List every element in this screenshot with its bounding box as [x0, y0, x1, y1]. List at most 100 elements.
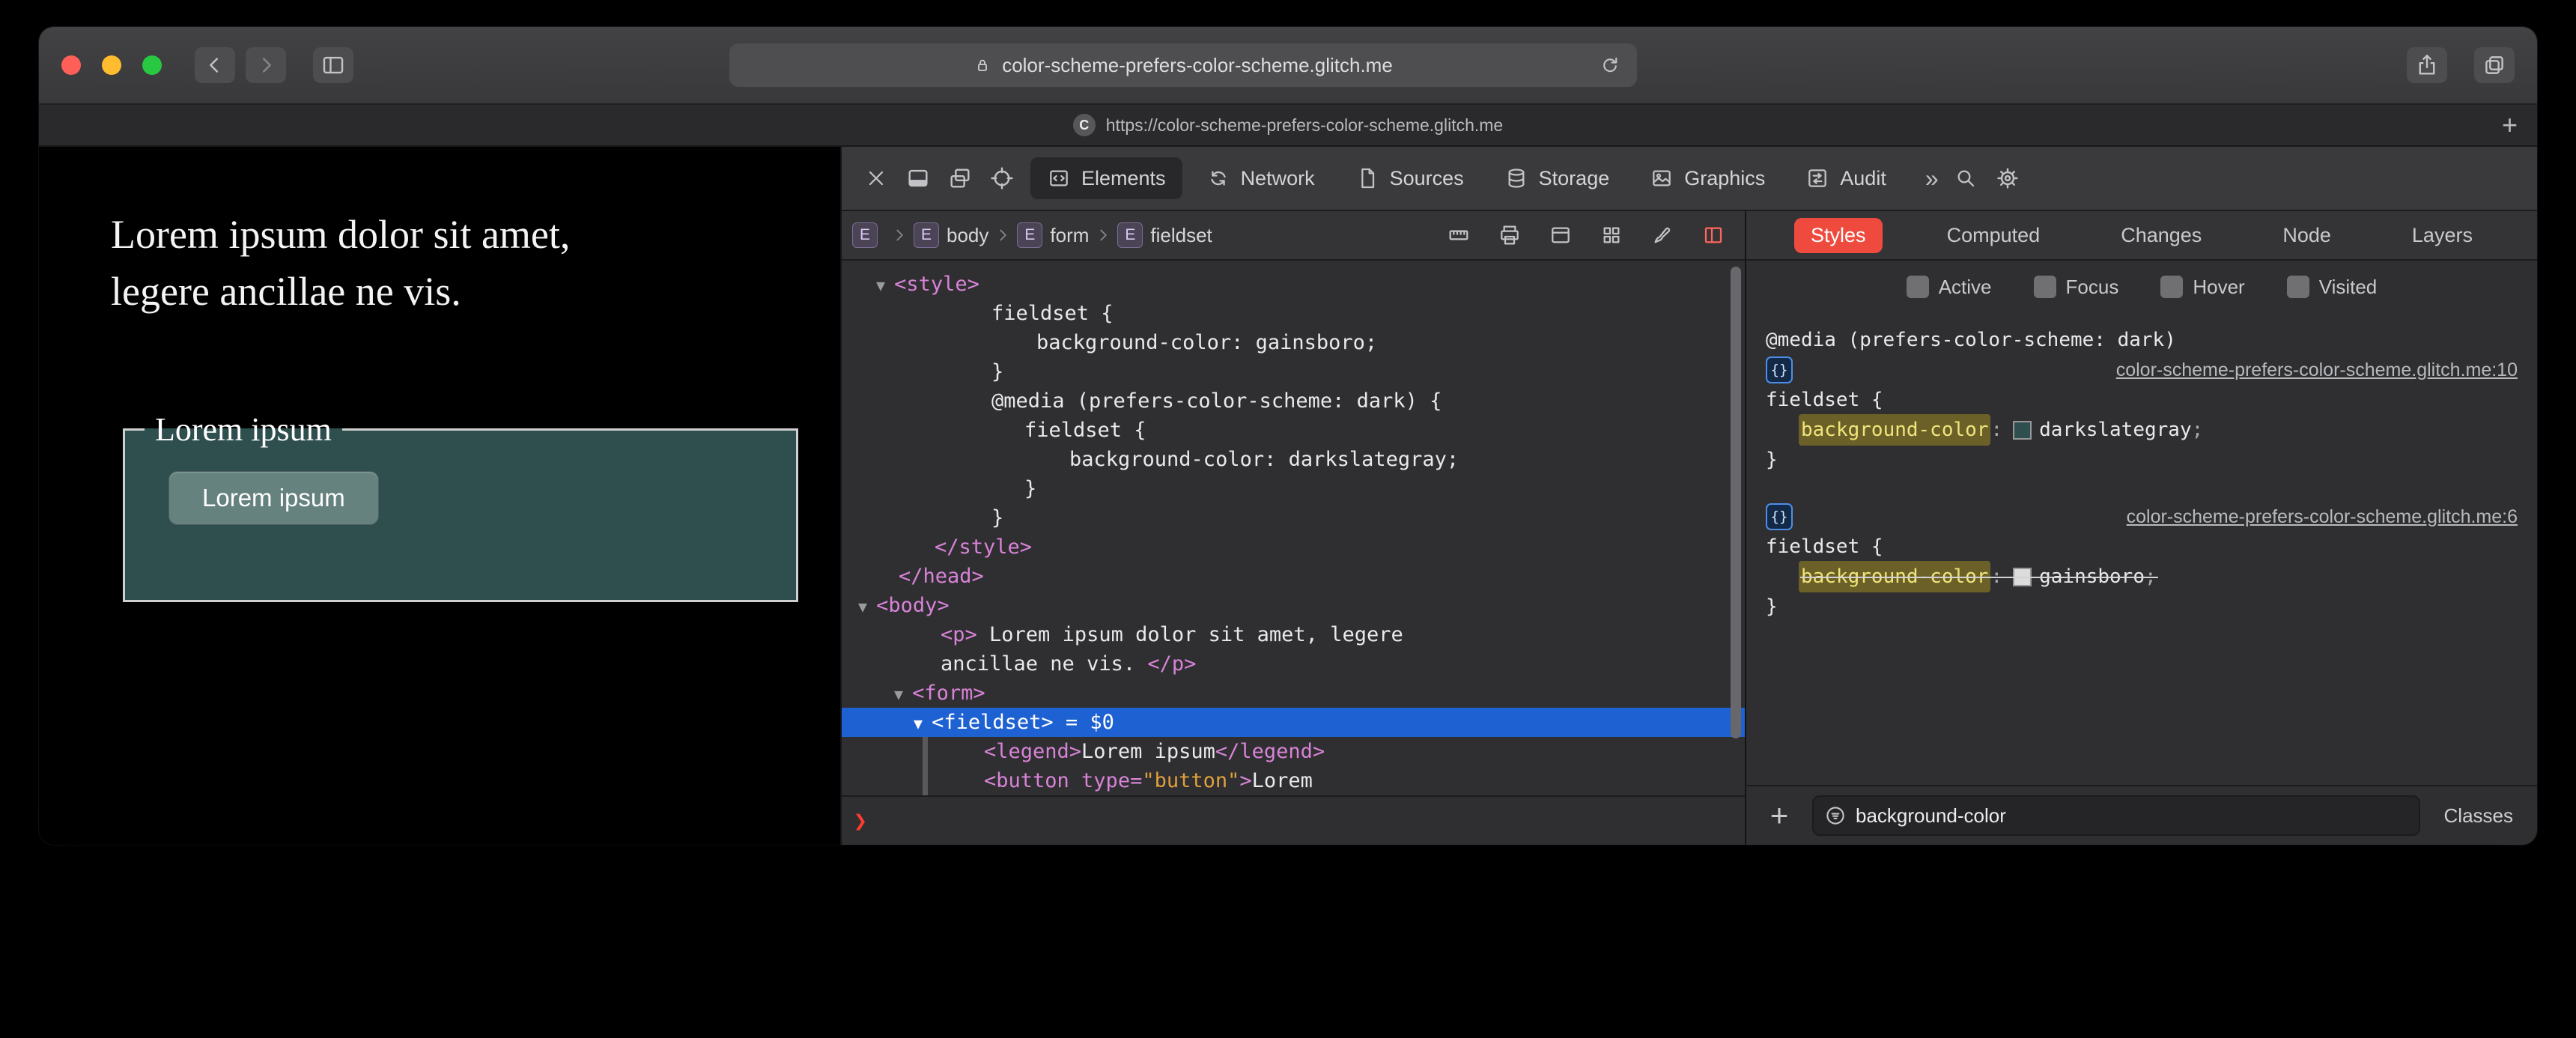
url-bar[interactable]: color-scheme-prefers-color-scheme.glitch…	[729, 43, 1637, 87]
crosshair-target-icon	[991, 167, 1013, 189]
dock-bottom-button[interactable]	[897, 157, 939, 199]
paint-flashing-button[interactable]	[1646, 219, 1679, 252]
tab-audit[interactable]: Audit	[1789, 157, 1903, 199]
tab-storage[interactable]: Storage	[1488, 157, 1626, 199]
quick-console[interactable]: ❯	[842, 795, 1745, 845]
dom-line[interactable]: </head>	[842, 562, 1745, 591]
css-property-value[interactable]: darkslategray	[2039, 415, 2192, 445]
dom-line-selected[interactable]: ▼ <fieldset> = $0	[842, 708, 1745, 737]
element-badge: E	[852, 222, 878, 248]
checkbox[interactable]	[2160, 276, 2184, 298]
ruler-overlay-button[interactable]	[1442, 219, 1475, 252]
dom-line[interactable]: ▼ <body>	[842, 591, 1745, 620]
page-fieldset: Lorem ipsum Lorem ipsum	[123, 410, 798, 602]
forward-button[interactable]	[246, 47, 286, 83]
close-window-button[interactable]	[61, 55, 81, 75]
color-swatch[interactable]	[2013, 567, 2032, 586]
sidebar-toggle-button[interactable]	[313, 47, 353, 83]
dom-line[interactable]: ancillae ne vis. </p>	[842, 649, 1745, 679]
tab-computed[interactable]: Computed	[1931, 218, 2057, 253]
dom-line[interactable]: background-color: gainsboro;	[842, 328, 1745, 357]
color-swatch[interactable]	[2013, 420, 2032, 440]
css-property-name[interactable]: background-color	[1799, 561, 1991, 592]
checkbox[interactable]	[2286, 276, 2309, 298]
css-property-value[interactable]: gainsboro	[2039, 562, 2145, 592]
styles-filter-input[interactable]: background-color	[1812, 795, 2420, 836]
curly-braces-badge[interactable]: {}	[1766, 356, 1793, 383]
element-overlay-button[interactable]	[1697, 219, 1730, 252]
tab-node[interactable]: Node	[2266, 218, 2348, 253]
dom-line[interactable]: }	[842, 357, 1745, 386]
close-inspector-button[interactable]	[855, 157, 897, 199]
dom-line[interactable]: @media (prefers-color-scheme: dark) {	[842, 386, 1745, 416]
css-selector[interactable]: fieldset {	[1766, 385, 2518, 415]
tab-styles[interactable]: Styles	[1794, 217, 1883, 253]
tab-network[interactable]: Network	[1190, 157, 1331, 199]
curly-braces-badge[interactable]: {}	[1766, 503, 1793, 530]
more-tabs-button[interactable]: »	[1925, 165, 1939, 192]
tab-layers[interactable]: Layers	[2396, 218, 2489, 253]
tab-changes[interactable]: Changes	[2104, 218, 2218, 253]
minimize-window-button[interactable]	[102, 55, 121, 75]
dom-line[interactable]: ▼ <form>	[842, 679, 1745, 708]
dom-line[interactable]: <p> Lorem ipsum dolor sit amet, legere	[842, 620, 1745, 649]
tab-overview-button[interactable]	[2474, 47, 2515, 83]
rule-source-link[interactable]: color-scheme-prefers-color-scheme.glitch…	[2116, 355, 2518, 385]
close-icon	[869, 171, 884, 186]
chevron-right-icon	[262, 58, 271, 73]
inspector-settings-button[interactable]	[1987, 157, 2029, 199]
css-property-name[interactable]: background-color	[1799, 414, 1991, 446]
paragraph-line: legere ancillae ne vis.	[111, 268, 461, 314]
closing-brace: }	[1766, 595, 1778, 618]
pseudo-focus-toggle[interactable]: Focus	[2033, 276, 2118, 299]
print-styles-button[interactable]	[1493, 219, 1526, 252]
element-picker-button[interactable]	[981, 157, 1023, 199]
new-tab-button[interactable]: +	[2502, 112, 2518, 139]
pseudo-visited-toggle[interactable]: Visited	[2286, 276, 2377, 299]
css-declaration-overridden[interactable]: background-color: gainsboro;	[1766, 561, 2518, 592]
checkbox[interactable]	[1906, 276, 1929, 298]
css-declaration[interactable]: background-color: darkslategray;	[1766, 414, 2518, 446]
dom-line[interactable]: fieldset {	[842, 416, 1745, 445]
breadcrumb-item-fieldset[interactable]: E fieldset	[1117, 222, 1212, 248]
tab-elements[interactable]: Elements	[1030, 157, 1182, 199]
dom-line[interactable]: fieldset {	[842, 299, 1745, 328]
rule-source-line: {} color-scheme-prefers-color-scheme.glit…	[1766, 502, 2518, 532]
classes-button[interactable]: Classes	[2437, 804, 2521, 828]
inspector-search-button[interactable]	[1945, 157, 1987, 199]
css-selector[interactable]: fieldset {	[1766, 532, 2518, 562]
element-badge: E	[1117, 222, 1143, 248]
back-button[interactable]	[195, 47, 235, 83]
page-button[interactable]: Lorem ipsum	[168, 471, 379, 525]
rule-source-link[interactable]: color-scheme-prefers-color-scheme.glitch…	[2127, 502, 2518, 532]
grid-overlay-button[interactable]	[1595, 219, 1628, 252]
url-text: color-scheme-prefers-color-scheme.glitch…	[1002, 53, 1393, 76]
browser-tab[interactable]: C https://color-scheme-prefers-color-sch…	[1072, 114, 1503, 136]
tab-sources[interactable]: Sources	[1339, 157, 1480, 199]
pseudo-active-toggle[interactable]: Active	[1906, 276, 1992, 299]
undock-button[interactable]	[939, 157, 981, 199]
reload-button[interactable]	[1595, 50, 1625, 80]
dom-line[interactable]: </style>	[842, 532, 1745, 562]
dom-line[interactable]: ▼ <style>	[842, 270, 1745, 299]
console-prompt-icon: ❯	[854, 807, 868, 834]
dom-line[interactable]: <legend>Lorem ipsum</legend>	[842, 737, 1745, 766]
breadcrumb-item-body[interactable]: E body	[914, 222, 988, 248]
add-rule-button[interactable]: +	[1763, 800, 1796, 831]
zoom-window-button[interactable]	[142, 55, 162, 75]
breadcrumb-item-html[interactable]: E	[852, 222, 885, 248]
tab-graphics[interactable]: Graphics	[1633, 157, 1781, 199]
browser-window: color-scheme-prefers-color-scheme.glitch…	[39, 27, 2537, 845]
scrollbar-thumb[interactable]	[1731, 267, 1741, 738]
dom-line[interactable]: }	[842, 474, 1745, 503]
dom-line[interactable]: }	[842, 503, 1745, 532]
dom-line[interactable]: background-color: darkslategray;	[842, 445, 1745, 474]
share-button[interactable]	[2407, 47, 2447, 83]
tab-bar: C https://color-scheme-prefers-color-sch…	[39, 105, 2537, 147]
closing-brace: }	[1766, 449, 1778, 471]
frames-button[interactable]	[1544, 219, 1577, 252]
breadcrumb-item-form[interactable]: E form	[1017, 222, 1089, 248]
dom-line[interactable]: <button type="button">Lorem	[842, 766, 1745, 795]
pseudo-hover-toggle[interactable]: Hover	[2160, 276, 2245, 299]
checkbox[interactable]	[2033, 276, 2056, 298]
